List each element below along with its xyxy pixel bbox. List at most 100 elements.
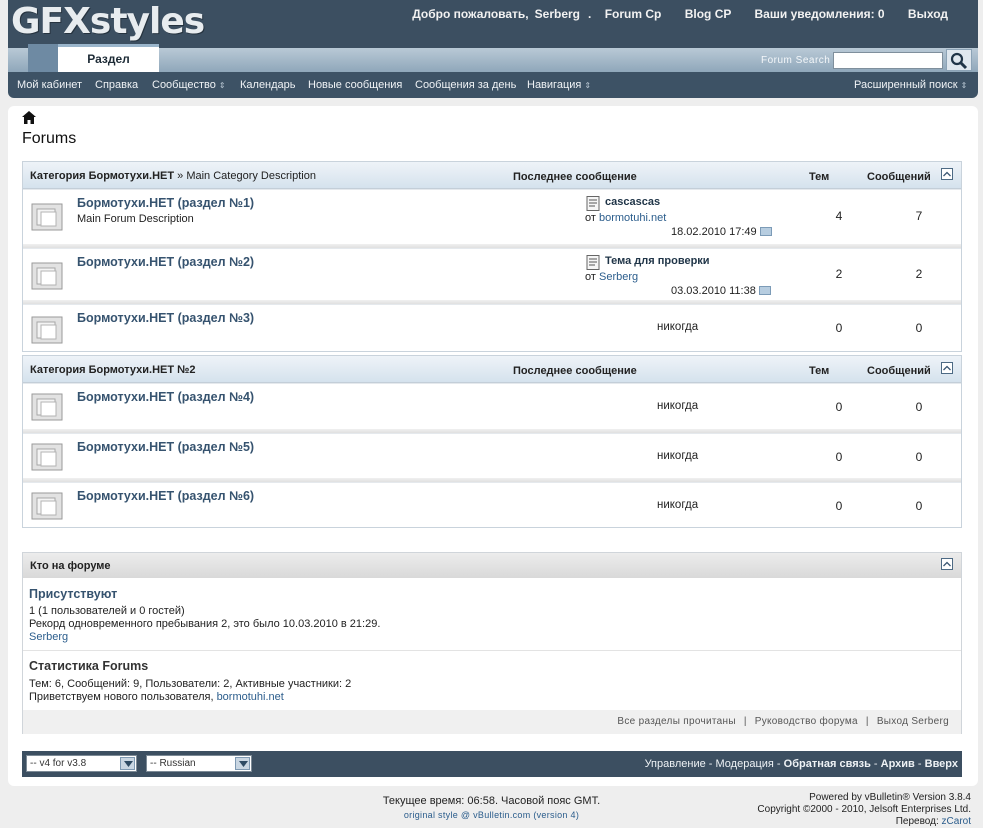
last-post-date: 18.02.2010 17:49 xyxy=(671,226,757,238)
dropdown-arrow-icon xyxy=(239,761,248,767)
nav-calendar[interactable]: Календарь xyxy=(240,79,296,91)
forum-title-link[interactable]: Бормотухи.НЕТ (раздел №4) xyxy=(77,390,254,404)
forum-row: Бормотухи.НЕТ (раздел №1) Main Forum Des… xyxy=(23,189,961,244)
footer-link-separator: - xyxy=(917,758,922,770)
tab-home[interactable] xyxy=(28,44,58,72)
whos-online-title: Кто на форуме xyxy=(30,560,111,572)
collapse-button[interactable] xyxy=(941,558,953,570)
nav-community[interactable]: Сообщество ⇕ xyxy=(152,79,226,91)
whos-online-block: Кто на форуме Присутствуют 1 (1 пользова… xyxy=(22,552,962,734)
forum-stats-line: Тем: 6, Сообщений: 9, Пользователи: 2, А… xyxy=(29,678,352,690)
translation-label: Перевод: xyxy=(895,816,939,827)
category-description: Main Category Description xyxy=(186,170,316,182)
threads-count: 4 xyxy=(835,209,843,223)
language-select-value: -- Russian xyxy=(150,758,196,769)
forum-old-icon xyxy=(31,393,63,421)
whos-online-footer: Все разделы прочитаны | Руководство форума… xyxy=(23,710,961,734)
tab-forum[interactable]: Раздел xyxy=(58,44,159,72)
go-to-last-post-icon[interactable] xyxy=(759,226,772,236)
forum-title-link[interactable]: Бормотухи.НЕТ (раздел №2) xyxy=(77,255,254,269)
nav-bar: Мой кабинет Справка Сообщество ⇕ Календар… xyxy=(8,72,978,98)
forum-row: Бормотухи.НЕТ (раздел №6) никогда 0 0 xyxy=(23,482,961,527)
posts-count: 0 xyxy=(915,321,923,335)
nav-user-cp[interactable]: Мой кабинет xyxy=(17,79,82,91)
go-to-last-post-icon[interactable] xyxy=(758,285,771,295)
mark-forums-read-link[interactable]: Все разделы прочитаны xyxy=(617,716,735,727)
footer-link-separator: - xyxy=(776,758,781,770)
footer-mod-link[interactable]: Модерация xyxy=(716,758,774,770)
footer-contact-link[interactable]: Обратная связь xyxy=(784,758,871,770)
column-posts: Сообщений xyxy=(867,171,931,183)
language-select[interactable]: -- Russian xyxy=(146,755,252,772)
last-post-title-link[interactable]: cascascas xyxy=(605,196,660,208)
online-user-link[interactable]: Serberg xyxy=(29,631,68,643)
online-users-title-link[interactable]: Присутствуют xyxy=(29,587,117,601)
chevron-updown-icon: ⇕ xyxy=(584,81,592,90)
forum-title-link[interactable]: Бормотухи.НЕТ (раздел №3) xyxy=(77,311,254,325)
forum-old-icon xyxy=(31,492,63,520)
post-document-icon xyxy=(586,196,600,211)
copyright-text: Copyright ©2000 - 2010, Jelsoft Enterpri… xyxy=(757,804,971,815)
logout-user-link[interactable]: Выход Serberg xyxy=(877,716,949,727)
translator-link[interactable]: zCarot xyxy=(942,816,971,827)
collapse-up-icon xyxy=(943,171,951,177)
last-post-title-link[interactable]: Тема для проверки xyxy=(605,255,710,267)
footer-top-link[interactable]: Вверх xyxy=(925,758,958,770)
forum-row: Бормотухи.НЕТ (раздел №3) никогда 0 0 xyxy=(23,304,961,351)
nav-quick-links[interactable]: Навигация ⇕ xyxy=(527,79,591,91)
last-post-never: никогда xyxy=(657,400,699,412)
logout-link[interactable]: Выход xyxy=(908,7,948,21)
new-user-link[interactable]: bormotuhi.net xyxy=(217,691,284,703)
column-threads: Тем xyxy=(809,365,830,377)
threads-count: 2 xyxy=(835,267,843,281)
post-document-icon xyxy=(586,255,600,270)
username-link[interactable]: Serberg xyxy=(535,7,580,21)
search-input[interactable] xyxy=(833,52,943,69)
last-post-by-label: от xyxy=(585,271,596,283)
main-content: Forums Категория Бормотухи.НЕТ » Main Ca… xyxy=(8,106,978,786)
category-title-link[interactable]: Категория Бормотухи.НЕТ №2 xyxy=(30,364,196,376)
footer-archive-link[interactable]: Архив xyxy=(881,758,915,770)
notifications-link[interactable]: Ваши уведомления: 0 xyxy=(755,7,885,21)
forum-leaders-link[interactable]: Руководство форума xyxy=(755,716,858,727)
forum-title-link[interactable]: Бормотухи.НЕТ (раздел №5) xyxy=(77,440,254,454)
home-icon[interactable] xyxy=(22,111,36,124)
collapse-up-icon xyxy=(943,561,951,567)
last-post-never: никогда xyxy=(657,321,699,333)
blog-cp-link[interactable]: Blog CP xyxy=(685,7,731,21)
last-post-never: никогда xyxy=(657,499,699,511)
threads-count: 0 xyxy=(835,499,843,513)
column-threads: Тем xyxy=(809,171,830,183)
site-logo[interactable]: GFXstyles xyxy=(11,1,205,43)
category-title-link[interactable]: Категория Бормотухи.НЕТ xyxy=(30,170,174,182)
nav-faq[interactable]: Справка xyxy=(95,79,138,91)
footer-bar: -- v4 for v3.8 -- Russian Управление - М… xyxy=(22,751,962,777)
forum-title-link[interactable]: Бормотухи.НЕТ (раздел №6) xyxy=(77,489,254,503)
separator-dot: . xyxy=(588,7,592,21)
footer-link-separator: - xyxy=(708,758,713,770)
last-post-user-link[interactable]: Serberg xyxy=(599,271,638,283)
category-block: Категория Бормотухи.НЕТ №2 Последнее соо… xyxy=(22,355,962,528)
collapse-button[interactable] xyxy=(941,168,953,180)
forum-old-icon xyxy=(31,316,63,344)
last-post-user-link[interactable]: bormotuhi.net xyxy=(599,212,666,224)
nav-todays-posts[interactable]: Сообщения за день xyxy=(415,79,516,91)
nav-new-posts[interactable]: Новые сообщения xyxy=(308,79,402,91)
threads-count: 0 xyxy=(835,400,843,414)
collapse-button[interactable] xyxy=(941,362,953,374)
forum-cp-link[interactable]: Forum Cp xyxy=(605,7,662,21)
forum-row: Бормотухи.НЕТ (раздел №2) Тема для прове… xyxy=(23,248,961,300)
posts-count: 0 xyxy=(915,400,923,414)
footer-admin-link[interactable]: Управление xyxy=(645,758,706,770)
search-button[interactable] xyxy=(946,49,972,71)
column-last-post: Последнее сообщение xyxy=(513,171,637,183)
category-header: Категория Бормотухи.НЕТ » Main Category … xyxy=(23,162,961,189)
top-links: Добро пожаловать, Serberg. Forum Cp Blog … xyxy=(412,7,948,21)
nav-advanced-search[interactable]: Расширенный поиск ⇕ xyxy=(854,79,967,91)
posts-count: 2 xyxy=(915,267,923,281)
nav-community-label: Сообщество xyxy=(152,79,216,91)
style-select[interactable]: -- v4 for v3.8 xyxy=(26,755,137,772)
column-posts: Сообщений xyxy=(867,365,931,377)
powered-by-block: Powered by vBulletin® Version 3.8.4 Copy… xyxy=(757,792,971,828)
forum-title-link[interactable]: Бормотухи.НЕТ (раздел №1) xyxy=(77,196,254,210)
